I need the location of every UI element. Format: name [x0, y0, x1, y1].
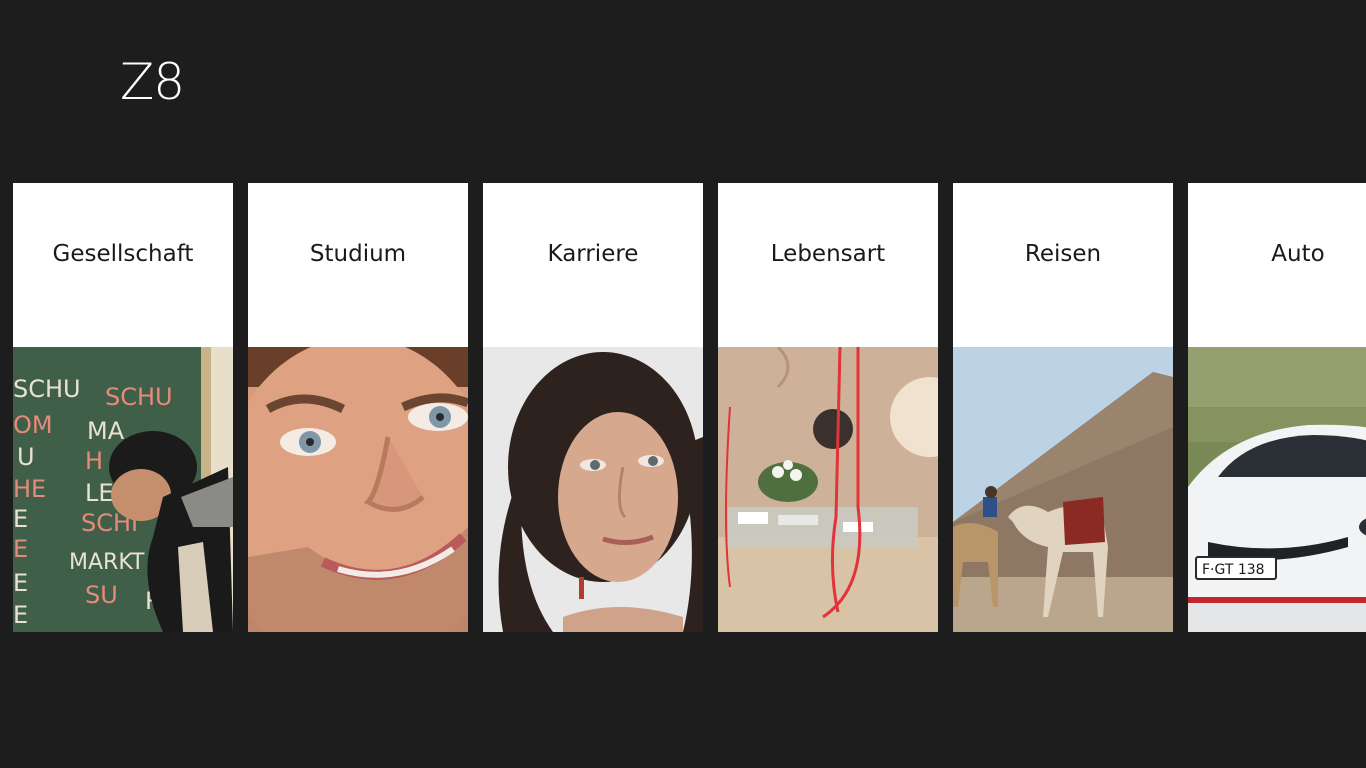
tile-label: Karriere	[547, 241, 639, 267]
category-tiles: Gesellschaft SCHU SCHU OM MA U H HE LE E…	[13, 183, 1366, 632]
license-plate: F·GT 138	[1202, 562, 1265, 578]
chalk-word: E	[13, 601, 28, 629]
chalk-word: U	[17, 443, 35, 471]
pyramid-camels-photo	[953, 347, 1173, 632]
chalk-word: SCHU	[105, 383, 173, 411]
chalk-word: HE	[13, 475, 46, 503]
smiling-man-face-photo	[248, 347, 468, 632]
tile-label: Gesellschaft	[52, 241, 194, 267]
chalk-word: SCHU	[13, 375, 81, 403]
app-title: Z8	[120, 53, 185, 111]
white-car-photo: F·GT 138	[1188, 347, 1366, 632]
chalk-word: OM	[13, 411, 53, 439]
chalk-word: E	[13, 569, 28, 597]
tile-label: Lebensart	[770, 241, 886, 267]
tile-studium[interactable]: Studium	[248, 183, 468, 632]
tile-auto[interactable]: Auto F·GT 138	[1188, 183, 1366, 632]
tile-gesellschaft[interactable]: Gesellschaft SCHU SCHU OM MA U H HE LE E…	[13, 183, 233, 632]
tile-label: Studium	[309, 241, 407, 267]
chalk-word: H	[85, 447, 103, 475]
chalk-word: LE	[85, 479, 114, 507]
chalk-word: MA	[87, 417, 125, 445]
tile-label: Reisen	[1024, 241, 1102, 267]
chalk-word: E	[13, 535, 28, 563]
tile-lebensart[interactable]: Lebensart	[718, 183, 938, 632]
chalk-word: E	[13, 505, 28, 533]
interior-table-ribbons-photo	[718, 347, 938, 632]
woman-portrait-photo	[483, 347, 703, 632]
classroom-chalkboard-photo: SCHU SCHU OM MA U H HE LE E SCHI E MARKT…	[13, 347, 233, 632]
chalk-word: MARKT	[69, 550, 145, 575]
tile-karriere[interactable]: Karriere	[483, 183, 703, 632]
chalk-word: SU	[85, 581, 118, 609]
tile-reisen[interactable]: Reisen	[953, 183, 1173, 632]
tile-label: Auto	[1271, 241, 1325, 267]
